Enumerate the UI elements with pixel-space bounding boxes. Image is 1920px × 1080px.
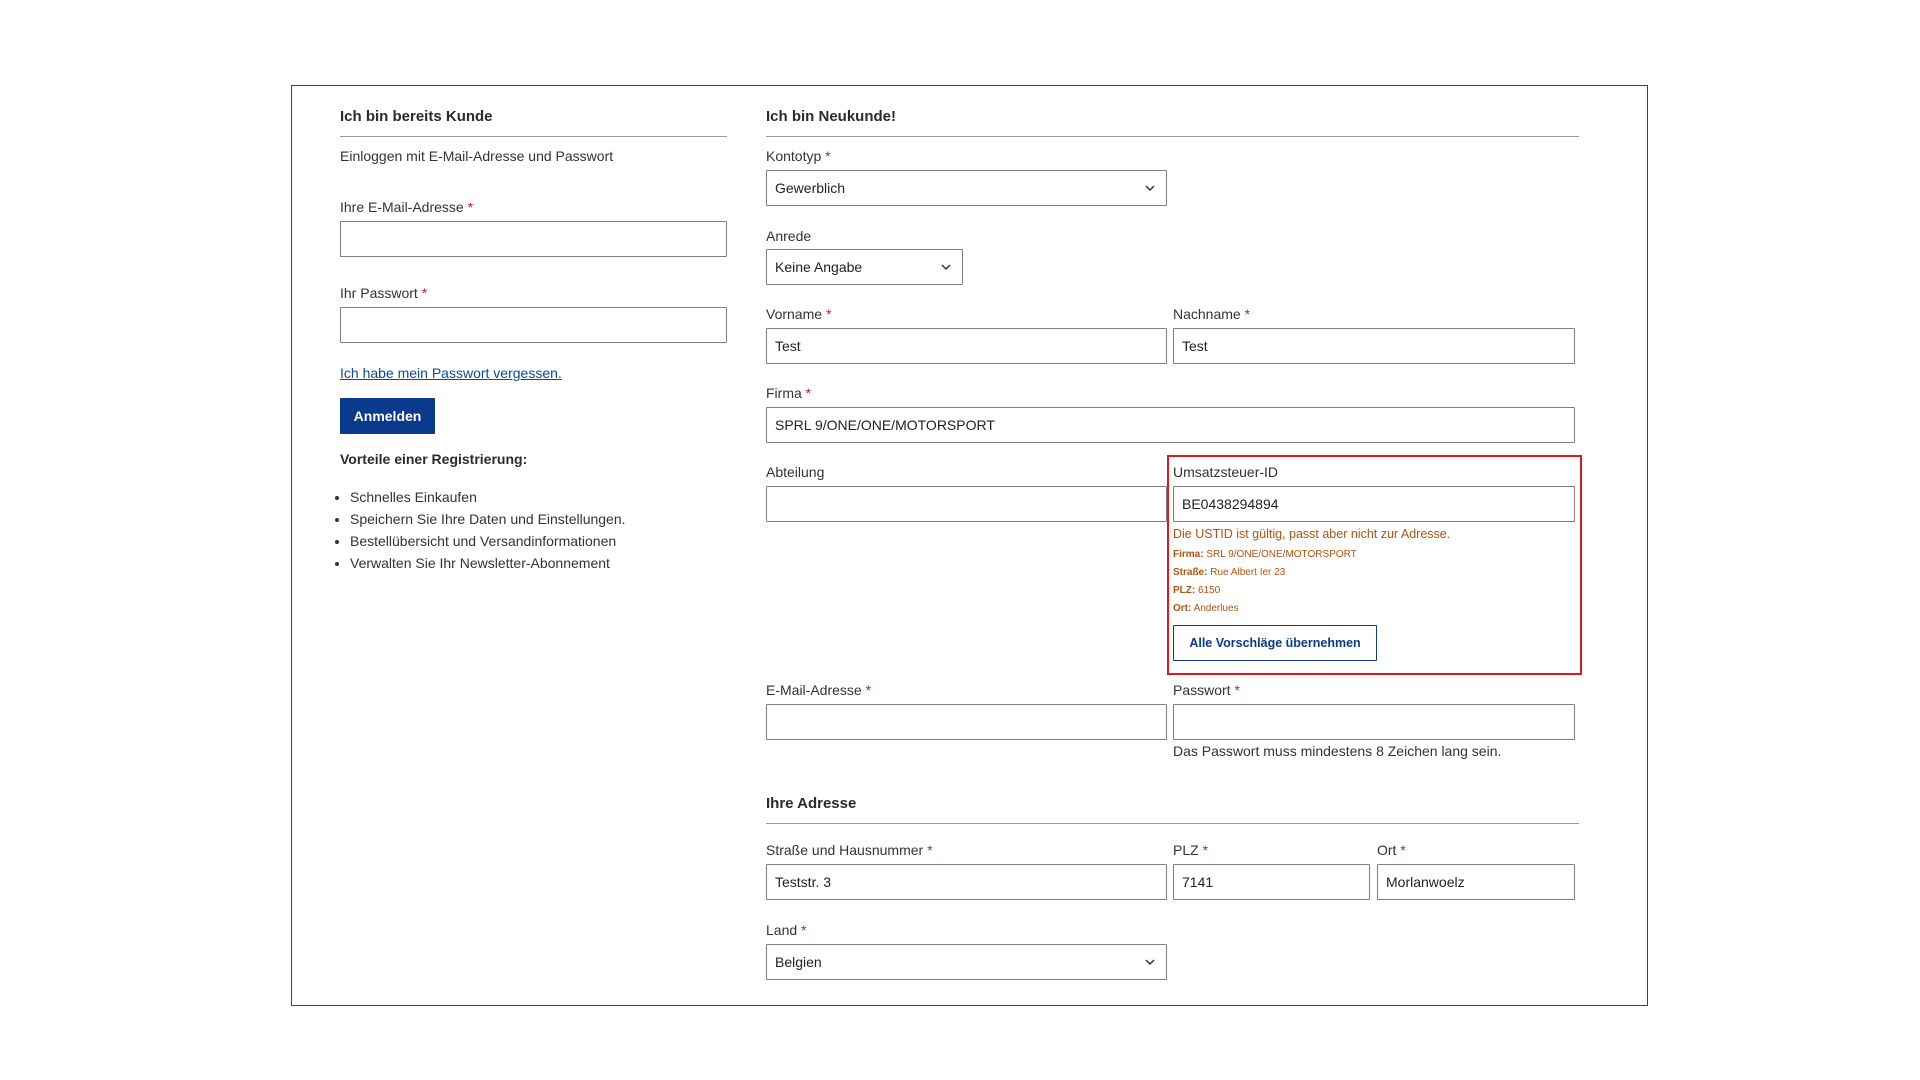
- firstname-input[interactable]: Test: [766, 328, 1167, 364]
- register-email-input[interactable]: [766, 704, 1167, 740]
- department-input[interactable]: [766, 486, 1167, 522]
- company-input[interactable]: SPRL 9/ONE/ONE/MOTORSPORT: [766, 407, 1575, 443]
- zip-input[interactable]: 7141: [1173, 864, 1370, 900]
- login-password-label: Ihr Passwort *: [340, 285, 428, 301]
- list-item: Speichern Sie Ihre Daten und Einstellung…: [350, 509, 626, 531]
- login-email-label: Ihre E-Mail-Adresse *: [340, 199, 474, 215]
- login-intro: Einloggen mit E-Mail-Adresse und Passwor…: [340, 148, 614, 164]
- firstname-label: Vorname *: [766, 306, 832, 322]
- department-label: Abteilung: [766, 464, 825, 480]
- login-email-input[interactable]: [340, 221, 727, 257]
- register-email-label: E-Mail-Adresse *: [766, 682, 872, 698]
- login-password-input[interactable]: [340, 307, 727, 343]
- chevron-down-icon: [941, 264, 951, 271]
- apply-suggestions-button[interactable]: Alle Vorschläge übernehmen: [1173, 625, 1377, 661]
- login-submit-button[interactable]: Anmelden: [340, 398, 435, 434]
- suggestion-zip: PLZ: 6150: [1173, 585, 1221, 596]
- salutation-select[interactable]: Keine Angabe: [766, 249, 963, 285]
- suggestion-city: Ort: Anderlues: [1173, 603, 1239, 614]
- register-heading: Ich bin Neukunde!: [766, 108, 897, 125]
- city-label: Ort *: [1377, 842, 1406, 858]
- register-password-input[interactable]: [1173, 704, 1575, 740]
- vat-label: Umsatzsteuer-ID: [1173, 464, 1279, 480]
- chevron-down-icon: [1145, 959, 1155, 966]
- zip-label: PLZ *: [1173, 842, 1209, 858]
- benefits-title: Vorteile einer Registrierung:: [340, 451, 528, 467]
- account-type-label: Kontotyp *: [766, 148, 831, 164]
- list-item: Bestellübersicht und Versandinformatione…: [350, 531, 626, 553]
- country-select[interactable]: Belgien: [766, 944, 1167, 980]
- register-heading-divider: [766, 136, 1579, 137]
- benefits-list: Schnelles Einkaufen Speichern Sie Ihre D…: [350, 487, 626, 575]
- company-label: Firma *: [766, 385, 812, 401]
- list-item: Verwalten Sie Ihr Newsletter-Abonnement: [350, 553, 626, 575]
- login-heading: Ich bin bereits Kunde: [340, 108, 493, 125]
- vat-input[interactable]: BE0438294894: [1173, 486, 1575, 522]
- list-item: Schnelles Einkaufen: [350, 487, 626, 509]
- address-heading-divider: [766, 823, 1579, 824]
- city-input[interactable]: Morlanwoelz: [1377, 864, 1575, 900]
- account-type-select[interactable]: Gewerblich: [766, 170, 1167, 206]
- password-hint: Das Passwort muss mindestens 8 Zeichen l…: [1173, 743, 1502, 759]
- street-label: Straße und Hausnummer *: [766, 842, 933, 858]
- lastname-input[interactable]: Test: [1173, 328, 1575, 364]
- register-password-label: Passwort *: [1173, 682, 1240, 698]
- address-heading: Ihre Adresse: [766, 795, 857, 812]
- vat-warning: Die USTID ist gültig, passt aber nicht z…: [1173, 527, 1451, 541]
- suggestion-company: Firma: SRL 9/ONE/ONE/MOTORSPORT: [1173, 549, 1357, 560]
- suggestion-street: Straße: Rue Albert Ier 23: [1173, 567, 1286, 578]
- forgot-password-link[interactable]: Ich habe mein Passwort vergessen.: [340, 365, 562, 381]
- street-input[interactable]: Teststr. 3: [766, 864, 1167, 900]
- login-heading-divider: [340, 136, 727, 137]
- salutation-label: Anrede: [766, 228, 812, 244]
- lastname-label: Nachname *: [1173, 306, 1251, 322]
- chevron-down-icon: [1145, 185, 1155, 192]
- country-label: Land *: [766, 922, 807, 938]
